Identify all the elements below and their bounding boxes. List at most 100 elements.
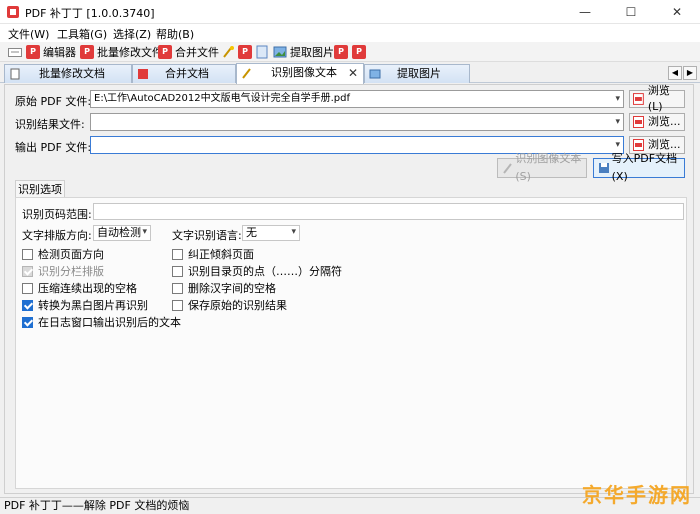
ocr-language-select[interactable]: 无 ▾: [242, 225, 300, 241]
column-layout-checkbox[interactable]: 识别分栏排版: [22, 263, 104, 279]
ocr-language-label: 文字识别语言:: [172, 229, 242, 242]
save-icon: [599, 163, 609, 173]
checkbox-box[interactable]: [172, 248, 183, 260]
ocr-tool-button[interactable]: [221, 43, 235, 61]
checkbox-box[interactable]: [172, 265, 183, 277]
tab-scroll-left-icon[interactable]: ◀: [668, 66, 682, 80]
compress-spaces-checkbox[interactable]: 压缩连续出现的空格: [22, 280, 137, 296]
checkbox-label: 纠正倾斜页面: [188, 248, 254, 261]
menu-file[interactable]: 文件(W): [8, 26, 49, 42]
menu-select[interactable]: 选择(Z): [113, 26, 151, 42]
source-pdf-input[interactable]: E:\工作\AutoCAD2012中文版电气设计完全自学手册.pdf ▾: [90, 90, 624, 108]
page-range-input[interactable]: [93, 203, 684, 220]
merge-label: 合并文件: [175, 46, 219, 59]
tab-label: 识别图像文本: [271, 66, 337, 79]
watermark-logo: 京华手游网: [582, 483, 692, 507]
tab-batch-modify[interactable]: 批量修改文档: [4, 64, 132, 83]
pdf-info-button[interactable]: P: [334, 43, 351, 61]
log-output-checkbox[interactable]: 在日志窗口输出识别后的文本: [22, 314, 181, 330]
app-logo-icon: [7, 6, 19, 18]
checkbox-label: 保存原始的识别结果: [188, 299, 287, 312]
checkbox-box[interactable]: [22, 282, 33, 294]
ocr-language-value: 无: [246, 226, 257, 239]
close-button[interactable]: ✕: [654, 0, 700, 24]
checkbox-box[interactable]: [22, 299, 33, 311]
editor-button[interactable]: P 编辑器: [26, 43, 76, 61]
checkbox-box[interactable]: [22, 316, 33, 328]
batch-modify-label: 批量修改文件: [97, 46, 163, 59]
menu-toolbox[interactable]: 工具箱(G): [57, 26, 107, 42]
close-tab-icon[interactable]: ✕: [348, 64, 358, 82]
tab-extract-images[interactable]: 提取图片: [364, 64, 470, 83]
checkbox-box[interactable]: [172, 282, 183, 294]
title-bar: PDF 补丁丁 [1.0.0.3740] — ☐ ✕: [0, 0, 700, 24]
chevron-down-icon[interactable]: ▾: [291, 225, 296, 239]
checkbox-box[interactable]: [22, 265, 33, 277]
ocr-wand-icon: [223, 46, 234, 58]
keyboard-icon: [8, 48, 22, 57]
checkbox-box[interactable]: [22, 248, 33, 260]
merge-icon: [138, 69, 148, 79]
pdf-export-icon: P: [352, 45, 366, 59]
pdf-merge-icon: P: [158, 45, 172, 59]
menu-help[interactable]: 帮助(B): [156, 26, 194, 42]
minimize-button[interactable]: —: [562, 0, 608, 24]
document-tab-bar: 批量修改文档 合并文档 识别图像文本 ✕ 提取图片: [0, 63, 700, 84]
pdf-export-button[interactable]: P: [352, 43, 369, 61]
browse-label: 浏览(L): [647, 84, 670, 113]
text-direction-value: 自动检测: [97, 226, 141, 239]
text-direction-select[interactable]: 自动检测 ▾: [93, 225, 151, 241]
result-file-input[interactable]: ▾: [90, 113, 624, 131]
toolbar-grip: [8, 43, 22, 61]
checkbox-label: 转换为黑白图片再识别: [38, 299, 148, 312]
chevron-down-icon[interactable]: ▾: [142, 225, 147, 239]
monochrome-checkbox[interactable]: 转换为黑白图片再识别: [22, 297, 148, 313]
picture-icon: [273, 46, 287, 58]
options-section-tab[interactable]: 识别选项: [15, 180, 65, 198]
source-pdf-value: E:\工作\AutoCAD2012中文版电气设计完全自学手册.pdf: [94, 93, 351, 104]
tab-label: 提取图片: [397, 67, 441, 80]
checkbox-label: 压缩连续出现的空格: [38, 282, 137, 295]
tab-scroll-right-icon[interactable]: ▶: [683, 66, 697, 80]
ocr-panel: 原始 PDF 文件: E:\工作\AutoCAD2012中文版电气设计完全自学手…: [4, 84, 694, 494]
remove-cjk-spaces-checkbox[interactable]: 删除汉字间的空格: [172, 280, 276, 296]
source-pdf-label: 原始 PDF 文件:: [15, 95, 92, 108]
text-direction-label: 文字排版方向:: [22, 229, 92, 242]
detect-orientation-checkbox[interactable]: 检测页面方向: [22, 246, 104, 262]
maximize-button[interactable]: ☐: [608, 0, 654, 24]
checkbox-label: 检测页面方向: [38, 248, 104, 261]
pdf-editor-icon: P: [26, 45, 40, 59]
deskew-checkbox[interactable]: 纠正倾斜页面: [172, 246, 254, 262]
merge-button[interactable]: P 合并文件: [158, 43, 219, 61]
browse-result-button[interactable]: 浏览...: [629, 113, 685, 131]
checkbox-label: 删除汉字间的空格: [188, 282, 276, 295]
tab-ocr[interactable]: 识别图像文本 ✕: [236, 63, 364, 84]
write-pdf-button[interactable]: 写入PDF文档(X): [593, 152, 685, 183]
batch-modify-button[interactable]: P 批量修改文件: [80, 43, 163, 61]
ocr-wand-icon: [503, 163, 512, 174]
recognize-text-label: 识别图像文本(S): [515, 152, 582, 183]
toc-dots-checkbox[interactable]: 识别目录页的点（……）分隔符: [172, 263, 342, 279]
ocr-icon: [242, 68, 251, 79]
save-raw-result-checkbox[interactable]: 保存原始的识别结果: [172, 297, 287, 313]
browse-source-button[interactable]: 浏览(L): [629, 84, 685, 113]
toolbar: P 编辑器 P 批量修改文件 P 合并文件 P 提取图片 P P: [0, 42, 700, 62]
browse-label: 浏览...: [648, 115, 681, 128]
page-range-label: 识别页码范围:: [22, 208, 92, 221]
pdf-tool-button[interactable]: P: [238, 43, 255, 61]
document-icon: [256, 45, 268, 59]
chevron-down-icon[interactable]: ▾: [615, 114, 620, 130]
result-file-label: 识别结果文件:: [15, 118, 85, 131]
editor-label: 编辑器: [43, 46, 76, 59]
checkbox-label: 识别分栏排版: [38, 265, 104, 278]
pdf-icon: [633, 93, 644, 105]
chevron-down-icon[interactable]: ▾: [615, 91, 620, 107]
status-text: PDF 补丁丁——解除 PDF 文档的烦恼: [4, 499, 190, 512]
recognize-text-button[interactable]: 识别图像文本(S): [497, 152, 587, 183]
tab-merge[interactable]: 合并文档: [132, 64, 236, 83]
extract-images-button[interactable]: 提取图片: [273, 43, 334, 61]
tab-label: 合并文档: [165, 67, 209, 80]
doc-tool-button[interactable]: [255, 43, 269, 61]
checkbox-box[interactable]: [172, 299, 183, 311]
output-pdf-label: 输出 PDF 文件:: [15, 141, 92, 154]
